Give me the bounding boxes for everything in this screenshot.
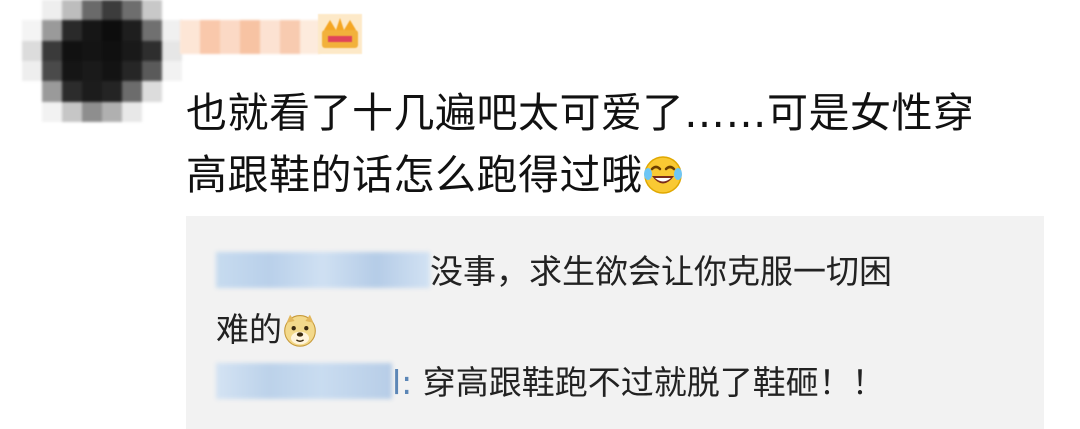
replies-panel: 没事，求生欲会让你克服一切困难的 l: 穿高跟鞋跑不过就脱了鞋砸！！ [186, 216, 1044, 429]
reply-text-line-2: 难的 [216, 310, 282, 349]
reply-item[interactable]: l: 穿高跟鞋跑不过就脱了鞋砸！！ [216, 354, 1016, 412]
avatar[interactable] [22, 0, 182, 122]
username[interactable] [180, 20, 320, 54]
crown-icon [318, 14, 362, 54]
doge-icon [284, 314, 316, 347]
laugh-cry-emoji-icon [643, 156, 682, 194]
reply-item[interactable]: 没事，求生欲会让你克服一切困难的 [216, 243, 1016, 359]
comment-line-1: 也就看了十几遍吧太可爱了……可是女性穿 [186, 89, 975, 137]
comment-text: 也就看了十几遍吧太可爱了……可是女性穿 高跟鞋的话怎么跑得过哦 [186, 82, 1046, 206]
reply-author-name[interactable] [216, 252, 430, 288]
reply-text-line-1: 没事，求生欲会让你克服一切困 [430, 252, 892, 291]
comment-line-2: 高跟鞋的话怎么跑得过哦 [186, 151, 643, 199]
reply-author-name[interactable] [216, 363, 392, 399]
reply-author-name-tail[interactable]: l: [392, 363, 412, 402]
reply-text: 穿高跟鞋跑不过就脱了鞋砸！！ [412, 363, 885, 402]
